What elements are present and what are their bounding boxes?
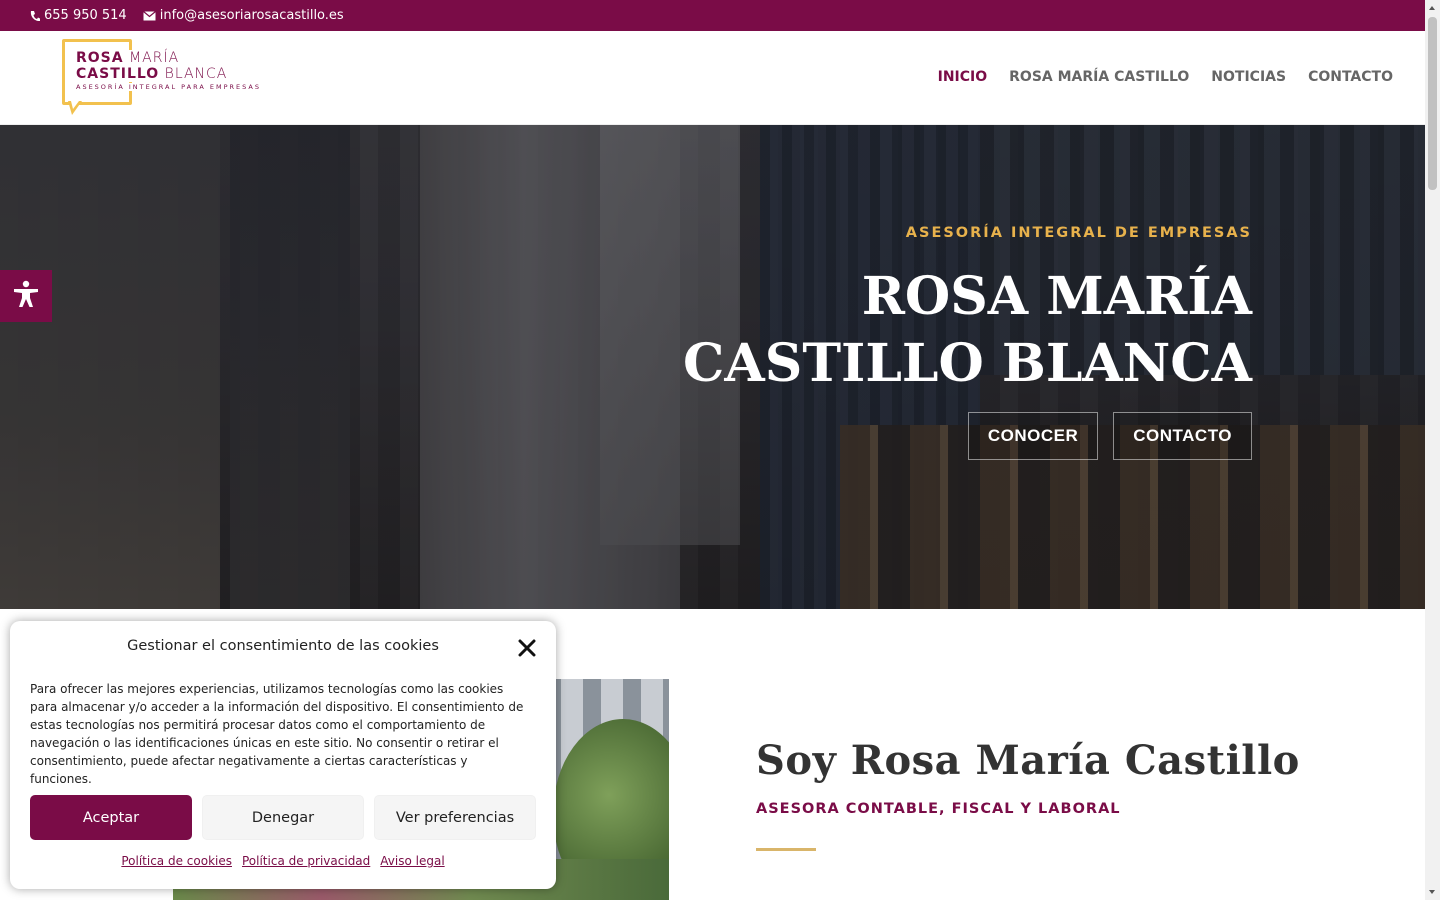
cookie-dialog-text: Para ofrecer las mejores experiencias, u… [30, 682, 524, 786]
view-preferences-button[interactable]: Ver preferencias [374, 795, 536, 840]
cookie-consent-dialog: Gestionar el consentimiento de las cooki… [10, 621, 556, 889]
logo-tagline: ASESORÍA INTEGRAL PARA EMPRESAS [76, 83, 261, 91]
about-role: ASESORA CONTABLE, FISCAL Y LABORAL [756, 801, 1121, 817]
site-logo[interactable]: ROSA MARÍA CASTILLO BLANCA ASESORÍA INTE… [62, 39, 261, 119]
topbar-email-address: info@asesoriarosacastillo.es [159, 8, 344, 23]
topbar-phone-number: 655 950 514 [44, 8, 127, 23]
logo-maria: MARÍA [129, 50, 180, 66]
scroll-up-arrow[interactable] [1429, 6, 1435, 10]
cookie-actions: Aceptar Denegar Ver preferencias [30, 795, 536, 840]
close-icon[interactable] [518, 639, 536, 657]
accessibility-button[interactable] [0, 270, 52, 322]
hero-section: ASESORÍA INTEGRAL DE EMPRESAS ROSA MARÍA… [0, 125, 1425, 609]
accept-button[interactable]: Aceptar [30, 795, 192, 840]
scroll-down-arrow[interactable] [1429, 890, 1435, 894]
nav-item-inicio[interactable]: INICIO [938, 69, 988, 85]
conocer-button[interactable]: CONOCER [967, 412, 1099, 460]
envelope-icon [142, 10, 156, 21]
nav-item-contacto[interactable]: CONTACTO [1308, 69, 1393, 85]
hero-title-line-1: ROSA MARÍA [861, 266, 1252, 327]
cookie-links: Política de cookies Política de privacid… [10, 854, 556, 868]
logo-blanca: BLANCA [164, 66, 228, 82]
nav-item-rosa-maria-castillo[interactable]: ROSA MARÍA CASTILLO [1009, 69, 1189, 85]
nav-item-noticias[interactable]: NOTICIAS [1211, 69, 1286, 85]
scrollbar-thumb[interactable] [1428, 17, 1437, 190]
topbar-phone[interactable]: 655 950 514 [30, 8, 127, 23]
hero-buttons: CONOCER CONTACTO [967, 412, 1252, 460]
phone-icon [30, 10, 40, 22]
legal-notice-link[interactable]: Aviso legal [380, 854, 444, 868]
about-divider [756, 848, 816, 851]
logo-line-1: ROSA MARÍA [76, 50, 182, 66]
logo-castillo: CASTILLO [76, 66, 160, 82]
contacto-button[interactable]: CONTACTO [1113, 412, 1252, 460]
page-scrollbar[interactable] [1425, 0, 1440, 900]
accessibility-icon [11, 279, 41, 313]
main-nav: INICIO ROSA MARÍA CASTILLO NOTICIAS CONT… [938, 69, 1393, 85]
top-bar: 655 950 514 info@asesoriarosacastillo.es [0, 0, 1425, 31]
logo-rosa: ROSA [76, 50, 124, 66]
about-heading: Soy Rosa María Castillo [756, 737, 1300, 784]
hero-title-line-2: CASTILLO BLANCA [683, 333, 1252, 394]
hero-subtitle: ASESORÍA INTEGRAL DE EMPRESAS [905, 225, 1252, 241]
logo-line-2: CASTILLO BLANCA [76, 66, 230, 82]
logo-bubble-tail-inner [71, 101, 79, 109]
deny-button[interactable]: Denegar [202, 795, 364, 840]
privacy-policy-link[interactable]: Política de privacidad [242, 854, 370, 868]
topbar-email[interactable]: info@asesoriarosacastillo.es [142, 8, 344, 23]
hero-title: ROSA MARÍA CASTILLO BLANCA [652, 263, 1252, 397]
site-header: ROSA MARÍA CASTILLO BLANCA ASESORÍA INTE… [0, 31, 1425, 125]
cookie-dialog-title: Gestionar el consentimiento de las cooki… [127, 638, 439, 654]
cookie-policy-link[interactable]: Política de cookies [121, 854, 232, 868]
